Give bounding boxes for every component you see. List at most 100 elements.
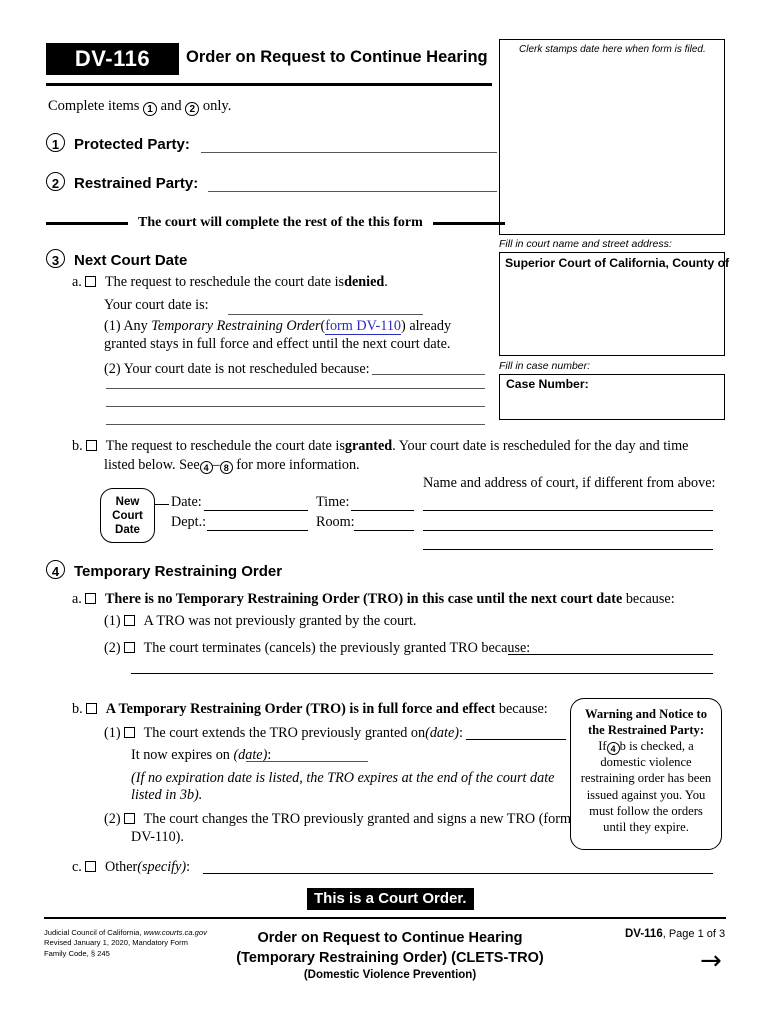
section-4b-bold: A Temporary Restraining Order (TRO) is i… [105,701,496,717]
restrained-party-input[interactable] [208,191,497,192]
protected-party-row: 1 Protected Party: [46,133,190,154]
footer-council: Judicial Council of California, [44,928,142,937]
clerk-stamp-box [499,39,725,235]
new-dept-input[interactable] [207,530,308,531]
footer-title-line1: Order on Request to Continue Hearing [257,930,523,946]
section-4c-input[interactable] [203,873,713,874]
section-4b1-expires-input[interactable] [246,761,368,762]
section-3a-row: a. The request to reschedule the court d… [72,273,388,292]
section-4b-row: b. A Temporary Restraining Order (TRO) i… [72,700,548,719]
section-3a2-input-2[interactable] [106,406,485,407]
section-4b1-row: (1) The court extends the TRO previously… [104,724,463,743]
checkbox-3a-denied[interactable] [85,276,97,287]
circled-number-1: 1 [143,101,158,116]
circled-number-2: 2 [185,101,200,116]
ncd-pointer-line [155,504,169,505]
protected-party-input[interactable] [201,152,497,153]
clerk-stamp-label: Clerk stamps date here when form is file… [519,44,706,55]
section-4b2-number: (2) [104,811,121,827]
divider-line-right [432,221,505,225]
new-room-input[interactable] [354,530,414,531]
checkbox-4b1[interactable] [124,727,136,738]
checkbox-4c-other[interactable] [85,861,97,872]
ncd-line-2: Court [112,510,143,522]
complete-items-suffix: only. [202,98,232,114]
section-4b-tail: because: [498,701,548,717]
footer-page-number: , Page 1 of 3 [662,928,726,940]
section-3a2-input-3[interactable] [106,424,485,425]
checkbox-4a1[interactable] [124,615,136,626]
section-3b-see: listed below. See [104,457,200,473]
section-4a1-number: (1) [104,613,121,629]
checkbox-4a2[interactable] [124,642,136,653]
section-3-heading: 3 Next Court Date [46,249,187,270]
section-4a2-row: (2) The court terminates (cancels) the p… [104,639,530,658]
section-3b-see-post: for more information. [236,457,360,473]
section-3a1-tro-italic: Temporary Restraining Order [151,318,321,334]
section-4b1-note-line1: (If no expiration date is listed, the TR… [131,770,555,786]
footer-page-info: DV-116, Page 1 of 3 [625,928,725,940]
footer-title-line3: (Domestic Violence Prevention) [303,969,477,981]
new-dept-label: Dept.: [171,514,207,530]
complete-items-instruction: Complete items 1 and 2 only. [48,98,232,116]
court-order-banner: This is a Court Order. [307,888,474,910]
ref-dash: – [212,457,220,473]
section-4c-text: Other [104,859,138,875]
warning-title-line2: the Restrained Party: [587,723,705,738]
section-3a1-line2: granted stays in full force and effect u… [104,336,451,352]
section-4b1-granted-date-input[interactable] [466,739,566,740]
case-number-label: Fill in case number: [499,360,591,372]
section-3b-text-2: . Your court date is rescheduled for the… [392,438,689,454]
section-4b1-expires-pre: It now expires on [131,747,230,763]
your-court-date-input[interactable] [228,314,423,315]
section-4a1-row: (1) A TRO was not previously granted by … [104,612,416,631]
protected-party-label: Protected Party: [74,136,190,153]
court-address-input-3[interactable] [423,549,713,550]
section-4-title: Temporary Restraining Order [74,563,283,580]
section-4b1-number: (1) [104,725,121,741]
section-4a2-input-1[interactable] [131,673,713,674]
ncd-line-1: New [115,496,140,508]
section-4a1-text: A TRO was not previously granted by the … [143,613,417,629]
divider-label: The court will complete the rest of the … [138,215,423,230]
item-letter-4c: c. [72,859,82,875]
section-4b1-date-italic: (date) [425,725,459,741]
checkbox-4b2[interactable] [124,813,136,824]
section-3a-period: . [384,274,388,290]
section-4a-row: a. There is no Temporary Restraining Ord… [72,590,675,609]
section-3a2-input-1[interactable] [106,388,485,389]
section-3-title: Next Court Date [74,252,188,269]
section-3b-line2: listed below. See 4–8 for more informatio… [104,456,360,475]
footer-form-code: DV-116 [625,928,663,940]
section-4a2-input-0[interactable] [508,654,713,655]
section-4a2-number: (2) [104,640,121,656]
new-room-label: Room: [316,514,355,530]
court-address-input-2[interactable] [423,530,713,531]
checkbox-4a-no-tro[interactable] [85,593,97,604]
header-divider [46,83,492,86]
section-3b-row: b. The request to reschedule the court d… [72,437,688,456]
section-3a2-text: Your court date is not rescheduled becau… [123,361,370,377]
form-dv110-link[interactable]: form DV-110 [325,318,402,335]
section-4c-row: c. Other(specify): [72,858,190,877]
new-date-input[interactable] [204,510,308,511]
checkbox-3b-granted[interactable] [86,440,98,451]
warning-title-line1: Warning and Notice to [584,707,708,721]
section-3a2-input-0[interactable] [372,374,485,375]
section-3a1-post: already [409,318,452,334]
checkbox-4b-tro-active[interactable] [86,703,98,714]
complete-items-prefix: Complete items [48,98,140,114]
court-completes-divider: The court will complete the rest of the … [46,215,505,231]
section-4b2-text-line1: The court changes the TRO previously gra… [143,811,572,827]
section-number-2: 2 [46,172,65,191]
court-address-input-1[interactable] [423,510,713,511]
footer-title-line2: (Temporary Restraining Order) (CLETS-TRO… [236,950,544,966]
new-court-date-pill: New Court Date [100,488,155,543]
warning-body-pre: If [598,739,607,754]
new-time-input[interactable] [351,510,414,511]
circled-ref-8: 8 [219,460,233,474]
divider-line-left [46,221,128,225]
section-3a1-line1: (1) Any Temporary Restraining Order(form… [104,317,451,336]
section-number-1: 1 [46,133,65,152]
next-page-arrow-icon: → [700,946,722,976]
